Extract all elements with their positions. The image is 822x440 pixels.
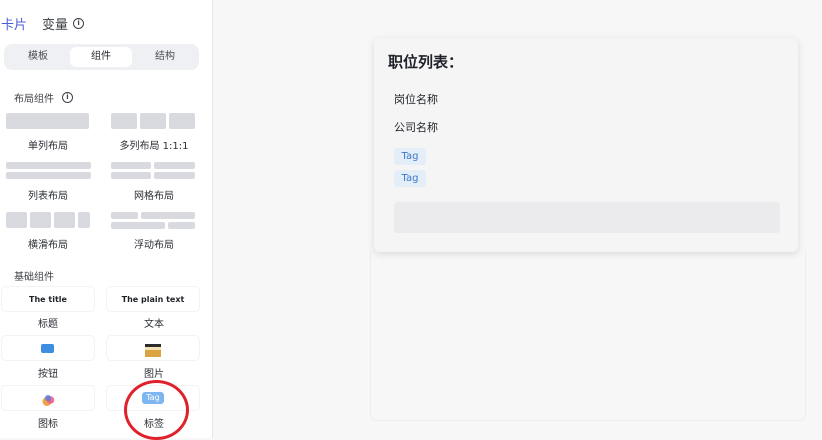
layout-preview-block — [111, 162, 151, 169]
layout-section-title: 布局组件 — [14, 94, 54, 105]
layout-preview-block — [141, 212, 195, 219]
text-sample: The plain text — [121, 295, 185, 304]
segment-structure[interactable]: 结构 — [134, 47, 196, 67]
layout-preview-block — [111, 113, 137, 129]
layout-preview-block — [169, 113, 195, 129]
image-preview-icon — [145, 342, 161, 357]
button-preview-icon — [41, 344, 54, 357]
layout-preview-block — [6, 162, 91, 169]
title-sample: The title — [29, 295, 67, 304]
floating-layout-label: 浮动布局 — [134, 240, 174, 251]
highlight-circle — [124, 380, 189, 440]
top-tabs: 卡片 变量 i — [0, 12, 85, 34]
tag-chip[interactable]: Tag — [394, 148, 426, 165]
layout-preview-block — [154, 172, 195, 179]
layout-preview-block — [111, 172, 151, 179]
grid-layout-label: 网格布局 — [134, 191, 174, 202]
list-layout-label: 列表布局 — [28, 191, 68, 202]
icon-component-label: 图标 — [38, 419, 58, 430]
text-component-label: 文本 — [144, 319, 164, 330]
basic-section-header: 基础组件 — [14, 268, 54, 283]
title-component-label: 标题 — [38, 319, 58, 330]
tab-variables[interactable]: 变量 — [42, 14, 68, 33]
layout-preview-block — [140, 113, 166, 129]
card-footer-placeholder[interactable] — [394, 202, 780, 233]
layout-preview-block — [78, 212, 90, 228]
tab-card[interactable]: 卡片 — [1, 14, 27, 33]
layout-preview-block — [6, 212, 27, 228]
tag-chip[interactable]: Tag — [394, 170, 426, 187]
layout-preview-block — [54, 212, 75, 228]
info-icon[interactable]: i — [62, 92, 73, 103]
multi-column-layout-label: 多列布局 1:1:1 — [119, 141, 189, 152]
image-component-label: 图片 — [144, 369, 164, 380]
single-column-layout-label: 单列布局 — [28, 141, 68, 152]
info-icon[interactable]: i — [73, 17, 85, 29]
layout-preview-block — [168, 222, 195, 229]
company-name-text[interactable]: 公司名称 — [394, 119, 438, 135]
card-title: 职位列表： — [388, 53, 464, 71]
horizontal-scroll-layout-label: 横滑布局 — [28, 240, 68, 251]
icon-preview-icon — [42, 392, 55, 406]
canvas-frame — [370, 250, 806, 421]
job-list-card[interactable]: 职位列表： 岗位名称 公司名称 Tag Tag — [374, 38, 798, 252]
segment-control: 模板 组件 结构 — [4, 44, 199, 70]
basic-section-title: 基础组件 — [14, 272, 54, 283]
layout-preview-block — [30, 212, 51, 228]
layout-preview-block — [6, 113, 89, 129]
segment-components[interactable]: 组件 — [70, 47, 132, 67]
layout-preview-block — [6, 172, 91, 179]
layout-preview-block — [111, 212, 138, 219]
layout-preview-block — [154, 162, 195, 169]
button-component-label: 按钮 — [38, 369, 58, 380]
layout-preview-block — [111, 222, 165, 229]
job-name-text[interactable]: 岗位名称 — [394, 91, 438, 107]
segment-templates[interactable]: 模板 — [7, 47, 69, 67]
components-panel: 卡片 变量 i 模板 组件 结构 布局组件 i 单列布局 多列布局 1:1:1 … — [0, 0, 213, 440]
layout-section-header: 布局组件 i — [14, 90, 73, 105]
